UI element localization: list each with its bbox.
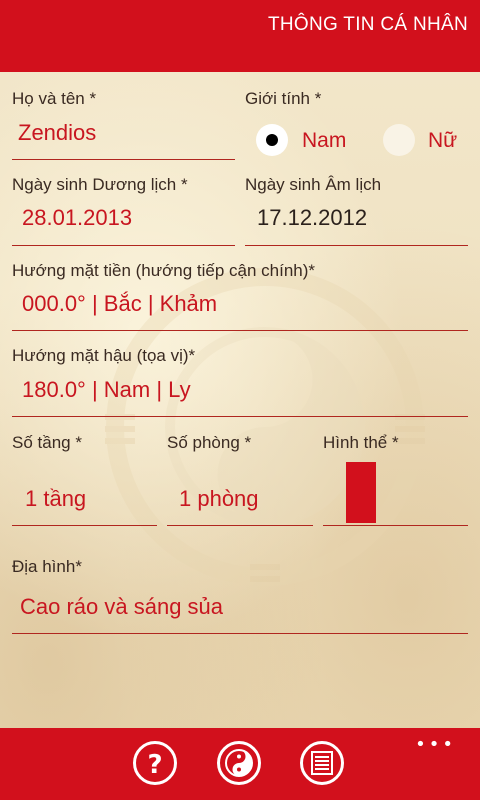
terrain-field[interactable]: Cao ráo và sáng sủa [12, 594, 468, 634]
help-button[interactable]: ? [133, 741, 177, 785]
list-button[interactable] [300, 741, 344, 785]
floors-label: Số tầng * [12, 433, 82, 452]
gender-option-male[interactable]: Nam [302, 129, 346, 153]
name-field[interactable]: Zendios [12, 120, 235, 160]
gender-radio-male[interactable] [256, 124, 288, 156]
list-icon [311, 751, 333, 775]
rooms-field[interactable]: 1 phòng [167, 486, 313, 526]
app-bar: ? ••• [0, 728, 480, 800]
page-title: THÔNG TIN CÁ NHÂN [267, 14, 468, 35]
lunar-birth-field[interactable]: 17.12.2012 [245, 205, 468, 246]
fengshui-button[interactable] [217, 741, 261, 785]
radio-selected-dot [266, 134, 278, 146]
rooms-label: Số phòng * [167, 433, 252, 452]
back-direction-field[interactable]: 180.0° | Nam | Ly [12, 377, 468, 417]
front-direction-field[interactable]: 000.0° | Bắc | Khảm [12, 291, 468, 331]
help-icon: ? [147, 750, 162, 780]
floors-field[interactable]: 1 tầng [12, 486, 157, 526]
shape-label: Hình thể * [323, 433, 399, 452]
shape-swatch[interactable] [346, 462, 376, 523]
gender-radio-female[interactable] [383, 124, 415, 156]
solar-birth-field[interactable]: 28.01.2013 [12, 205, 235, 246]
shape-field[interactable] [323, 486, 468, 526]
front-direction-label: Hướng mặt tiền (hướng tiếp cận chính)* [12, 261, 316, 280]
name-label: Họ và tên * [12, 89, 97, 108]
solar-birth-label: Ngày sinh Dương lịch * [12, 175, 188, 194]
svg-text:?: ? [147, 750, 162, 780]
gender-label: Giới tính * [245, 89, 322, 108]
title-bar: THÔNG TIN CÁ NHÂN [0, 0, 480, 72]
terrain-label: Địa hình* [12, 557, 82, 576]
back-direction-label: Hướng mặt hậu (tọa vị)* [12, 346, 196, 365]
yin-yang-icon [225, 749, 253, 777]
lunar-birth-label: Ngày sinh Âm lịch [245, 175, 382, 194]
gender-option-female[interactable]: Nữ [428, 129, 457, 153]
more-icon[interactable]: ••• [415, 734, 456, 755]
